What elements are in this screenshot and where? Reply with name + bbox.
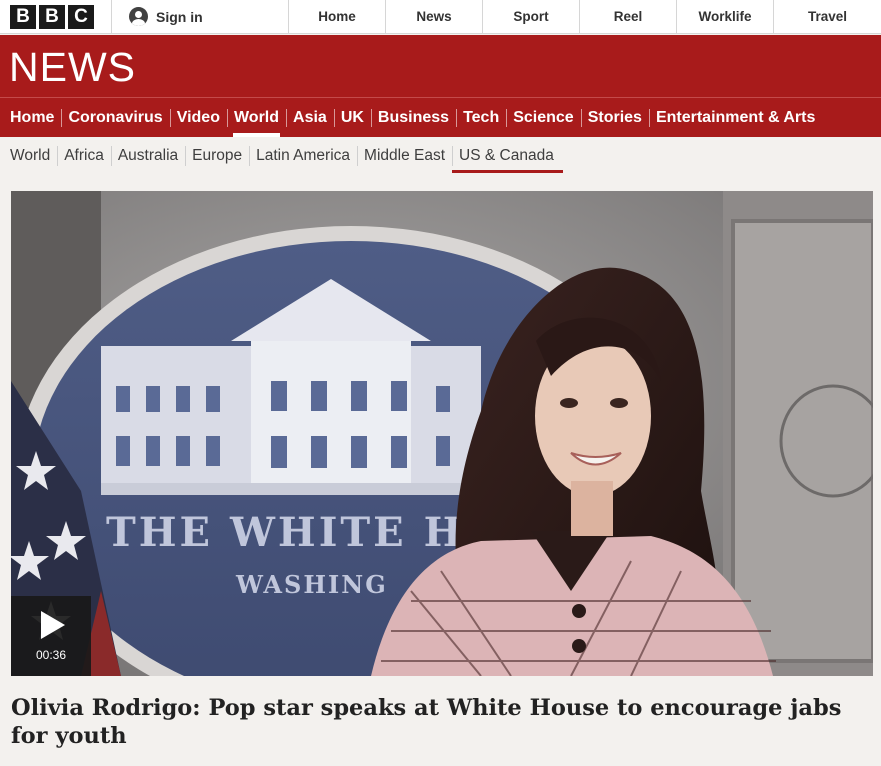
main-nav-uk[interactable]: UK (333, 98, 371, 138)
seal-text-line2: WASHING (235, 570, 388, 599)
top-nav-home[interactable]: Home (289, 0, 386, 33)
main-nav-stories[interactable]: Stories (580, 98, 649, 138)
bbc-logo-letter: B (10, 4, 36, 29)
main-nav-entertainment-arts[interactable]: Entertainment & Arts (648, 98, 822, 138)
news-section-title[interactable]: NEWS (9, 44, 136, 91)
video-duration: 00:36 (35, 647, 67, 662)
sub-nav-africa[interactable]: Africa (57, 137, 111, 175)
main-nav-business[interactable]: Business (370, 98, 456, 138)
top-nav-news[interactable]: News (386, 0, 483, 33)
news-banner: NEWS (0, 35, 881, 97)
play-icon (41, 610, 65, 639)
bbc-logo-letter: C (68, 4, 94, 29)
play-button[interactable]: 00:36 (11, 596, 91, 676)
main-nav-tech[interactable]: Tech (456, 98, 506, 138)
sub-nav-us-canada[interactable]: US & Canada (452, 137, 563, 175)
user-icon (129, 7, 148, 26)
sign-in-label: Sign in (156, 8, 203, 25)
video-thumbnail: THE WHITE H WASHING (11, 191, 873, 676)
bbc-logo-letter: B (39, 4, 65, 29)
main-nav-science[interactable]: Science (506, 98, 580, 138)
sub-nav-world[interactable]: World (3, 137, 57, 175)
main-nav-world[interactable]: World (226, 98, 286, 138)
sign-in-link[interactable]: Sign in (112, 0, 289, 33)
main-nav-coronavirus[interactable]: Coronavirus (61, 98, 169, 138)
sub-nav-latin-america[interactable]: Latin America (249, 137, 357, 175)
top-nav-travel[interactable]: Travel (774, 0, 881, 33)
video-player[interactable]: THE WHITE H WASHING 00:36 (11, 191, 873, 676)
top-nav-worklife[interactable]: Worklife (677, 0, 774, 33)
sub-nav-europe[interactable]: Europe (185, 137, 249, 175)
article-headline[interactable]: Olivia Rodrigo: Pop star speaks at White… (11, 694, 871, 750)
top-bar: B B C Sign in Home News Sport Reel Workl… (0, 0, 881, 34)
seal-text-line1: THE WHITE H (106, 509, 464, 556)
sub-nav: World Africa Australia Europe Latin Amer… (0, 137, 881, 175)
main-nav-asia[interactable]: Asia (286, 98, 334, 138)
main-nav-video[interactable]: Video (169, 98, 227, 138)
top-nav-reel[interactable]: Reel (580, 0, 677, 33)
sub-nav-middle-east[interactable]: Middle East (357, 137, 452, 175)
bbc-logo[interactable]: B B C (0, 0, 112, 33)
main-nav-home[interactable]: Home (3, 98, 61, 138)
sub-nav-australia[interactable]: Australia (110, 137, 185, 175)
top-nav: Home News Sport Reel Worklife Travel (289, 0, 881, 33)
top-nav-sport[interactable]: Sport (483, 0, 580, 33)
main-nav: Home Coronavirus Video World Asia UK Bus… (0, 97, 881, 137)
